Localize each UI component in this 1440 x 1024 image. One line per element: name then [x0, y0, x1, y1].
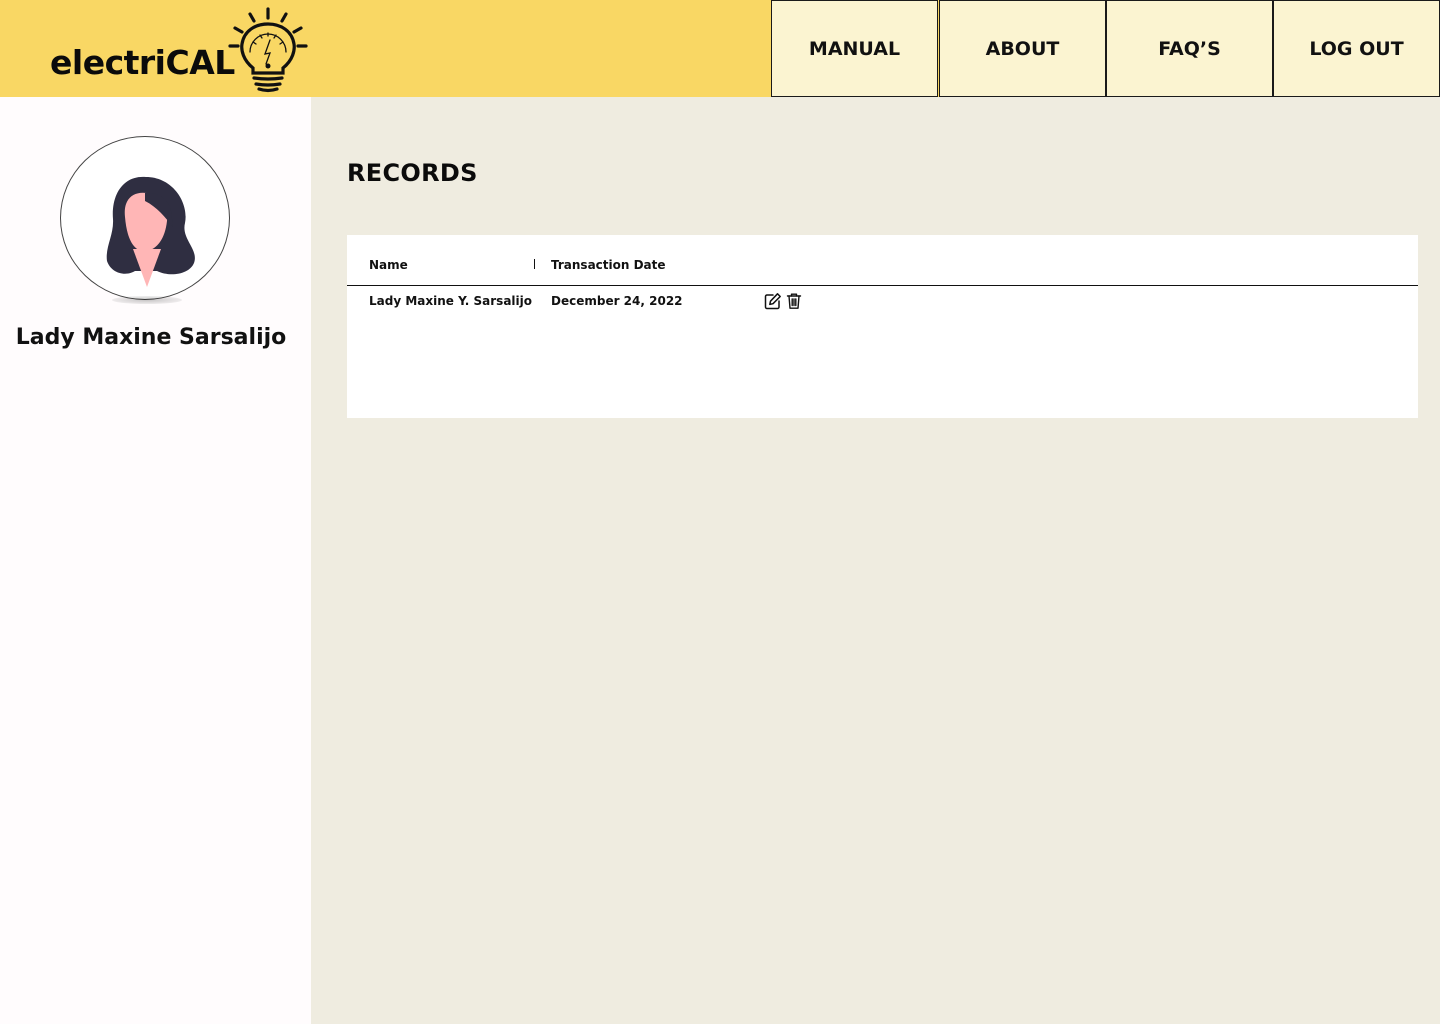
nav-faqs-button[interactable]: FAQ’S: [1106, 0, 1273, 97]
table-cell-transaction-date: December 24, 2022: [551, 294, 683, 308]
nav-manual-button[interactable]: MANUAL: [771, 0, 938, 97]
brand-logo-text[interactable]: electriCAL: [50, 46, 235, 79]
table-header-divider: [347, 285, 1418, 286]
avatar[interactable]: [60, 136, 230, 300]
profile-sidebar: Lady Maxine Sarsalijo: [0, 97, 311, 1024]
profile-name: Lady Maxine Sarsalijo: [15, 325, 287, 350]
table-cell-name: Lady Maxine Y. Sarsalijo: [369, 294, 533, 308]
nav-about-button[interactable]: ABOUT: [939, 0, 1106, 97]
trash-icon[interactable]: [785, 292, 803, 310]
page-title: RECORDS: [347, 159, 478, 187]
avatar-shadow: [112, 296, 182, 304]
column-resize-handle[interactable]: [534, 259, 535, 269]
column-header-name[interactable]: Name: [369, 258, 408, 272]
records-table: Name Transaction Date Lady Maxine Y. Sar…: [347, 235, 1418, 418]
light-bulb-gauge-icon: [228, 7, 308, 93]
woman-avatar-icon: [106, 176, 195, 287]
edit-icon[interactable]: [764, 292, 782, 310]
top-bar: electriCAL MANUAL ABOUT FAQ’S LOG OUT: [0, 0, 1440, 97]
column-header-transaction-date[interactable]: Transaction Date: [551, 258, 666, 272]
nav-logout-button[interactable]: LOG OUT: [1273, 0, 1440, 97]
